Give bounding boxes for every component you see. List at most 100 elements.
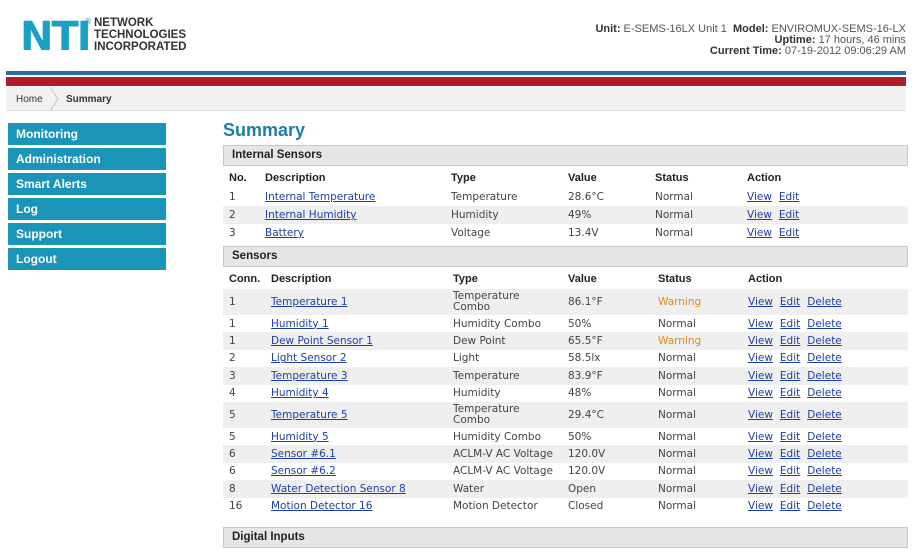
view-link[interactable]: View bbox=[748, 431, 773, 443]
current-time-value: 07-19-2012 09:06:29 AM bbox=[784, 45, 906, 57]
sensors-header: Sensors bbox=[223, 246, 908, 267]
col-header: No. bbox=[229, 172, 247, 184]
table-row: 2 Internal Humidity Humidity 49% Normal … bbox=[223, 206, 908, 224]
edit-link[interactable]: Edit bbox=[779, 227, 799, 239]
row-connector: 4 bbox=[229, 387, 236, 400]
row-connector: 3 bbox=[223, 367, 271, 385]
edit-link[interactable]: Edit bbox=[780, 370, 800, 382]
sensor-status: Normal bbox=[658, 500, 696, 513]
edit-link[interactable]: Edit bbox=[780, 483, 800, 495]
edit-link[interactable]: Edit bbox=[779, 209, 799, 221]
header: NTI ® NETWORK TECHNOLOGIES INCORPORATED … bbox=[0, 0, 912, 70]
sensor-link[interactable]: Humidity 5 bbox=[271, 431, 329, 443]
sensor-link[interactable]: Battery bbox=[265, 227, 304, 239]
sensor-link[interactable]: Temperature 3 bbox=[271, 370, 348, 382]
breadcrumb-home[interactable]: Home bbox=[16, 94, 43, 105]
sensor-link[interactable]: Temperature 1 bbox=[271, 296, 348, 308]
sensor-type: Humidity bbox=[453, 387, 501, 400]
unit-value: E-SEMS-16LX Unit 1 bbox=[623, 23, 727, 35]
sensor-link[interactable]: Humidity 1 bbox=[271, 318, 329, 330]
delete-link[interactable]: Delete bbox=[807, 431, 842, 443]
view-link[interactable]: View bbox=[748, 352, 773, 364]
nav-support[interactable]: Support bbox=[8, 223, 166, 245]
unit-label: Unit: bbox=[595, 23, 621, 35]
edit-link[interactable]: Edit bbox=[780, 318, 800, 330]
nav-monitoring[interactable]: Monitoring bbox=[8, 123, 166, 145]
delete-link[interactable]: Delete bbox=[807, 335, 842, 347]
edit-link[interactable]: Edit bbox=[780, 387, 800, 399]
sensor-link[interactable]: Humidity 4 bbox=[271, 387, 329, 399]
edit-link[interactable]: Edit bbox=[780, 500, 800, 512]
view-link[interactable]: View bbox=[748, 335, 773, 347]
row-connector: 6 bbox=[229, 465, 236, 478]
sensor-link[interactable]: Light Sensor 2 bbox=[271, 352, 347, 364]
sensor-type: Light bbox=[453, 352, 480, 365]
view-link[interactable]: View bbox=[748, 296, 773, 308]
sensor-link[interactable]: Internal Temperature bbox=[265, 191, 375, 203]
sensor-type: Motion Detector bbox=[453, 500, 538, 513]
edit-link[interactable]: Edit bbox=[779, 191, 799, 203]
delete-link[interactable]: Delete bbox=[807, 296, 842, 308]
sensor-type: Voltage bbox=[451, 227, 491, 239]
row-connector: 1 bbox=[223, 289, 271, 315]
col-header: Status bbox=[655, 172, 689, 184]
edit-link[interactable]: Edit bbox=[780, 409, 800, 421]
edit-link[interactable]: Edit bbox=[780, 431, 800, 443]
sensor-link[interactable]: Temperature 5 bbox=[271, 409, 348, 421]
sensors-table: Conn. Description Type Value Status Acti… bbox=[223, 269, 908, 515]
table-row: 2 Light Sensor 2 Light 58.5lx Normal View Edit… bbox=[223, 350, 908, 367]
delete-link[interactable]: Delete bbox=[807, 318, 842, 330]
row-connector: 8 bbox=[223, 480, 271, 498]
row-connector: 16 bbox=[229, 500, 243, 513]
sensor-link[interactable]: Sensor #6.2 bbox=[271, 465, 336, 477]
sensor-type: Temperature bbox=[451, 191, 518, 203]
breadcrumb: Home Summary bbox=[6, 87, 906, 111]
delete-link[interactable]: Delete bbox=[807, 483, 842, 495]
col-header: Type bbox=[453, 273, 478, 285]
delete-link[interactable]: Delete bbox=[807, 387, 842, 399]
view-link[interactable]: View bbox=[748, 370, 773, 382]
edit-link[interactable]: Edit bbox=[780, 448, 800, 460]
row-number: 2 bbox=[223, 206, 265, 224]
edit-link[interactable]: Edit bbox=[780, 335, 800, 347]
delete-link[interactable]: Delete bbox=[807, 465, 842, 477]
sensor-link[interactable]: Water Detection Sensor 8 bbox=[271, 483, 406, 495]
delete-link[interactable]: Delete bbox=[807, 500, 842, 512]
sensor-value: 49% bbox=[568, 206, 655, 224]
delete-link[interactable]: Delete bbox=[807, 409, 842, 421]
nav-smart-alerts[interactable]: Smart Alerts bbox=[8, 173, 166, 195]
sensor-status: Normal bbox=[658, 387, 696, 400]
sensor-type: Temperature bbox=[453, 367, 568, 385]
view-link[interactable]: View bbox=[748, 387, 773, 399]
sensor-link[interactable]: Dew Point Sensor 1 bbox=[271, 335, 373, 347]
view-link[interactable]: View bbox=[748, 448, 773, 460]
sensor-status: Normal bbox=[655, 227, 693, 239]
view-link[interactable]: View bbox=[748, 483, 773, 495]
edit-link[interactable]: Edit bbox=[780, 296, 800, 308]
view-link[interactable]: View bbox=[748, 500, 773, 512]
edit-link[interactable]: Edit bbox=[780, 352, 800, 364]
table-row: 3 Battery Voltage 13.4V Normal View Edit bbox=[223, 224, 908, 242]
sensor-link[interactable]: Sensor #6.1 bbox=[271, 448, 336, 460]
sensor-value: 65.5°F bbox=[568, 332, 658, 350]
sensor-type: Dew Point bbox=[453, 332, 568, 350]
sensor-status: Normal bbox=[658, 317, 696, 330]
delete-link[interactable]: Delete bbox=[807, 448, 842, 460]
view-link[interactable]: View bbox=[748, 409, 773, 421]
view-link[interactable]: View bbox=[748, 318, 773, 330]
sensor-link[interactable]: Internal Humidity bbox=[265, 209, 356, 221]
nav-logout[interactable]: Logout bbox=[8, 248, 166, 270]
delete-link[interactable]: Delete bbox=[807, 370, 842, 382]
sensor-value: 83.9°F bbox=[568, 367, 658, 385]
delete-link[interactable]: Delete bbox=[807, 352, 842, 364]
row-number: 1 bbox=[229, 191, 236, 203]
nav-administration[interactable]: Administration bbox=[8, 148, 166, 170]
view-link[interactable]: View bbox=[748, 465, 773, 477]
view-link[interactable]: View bbox=[747, 209, 772, 221]
nav-log[interactable]: Log bbox=[8, 198, 166, 220]
sensor-status: Normal bbox=[658, 430, 696, 443]
view-link[interactable]: View bbox=[747, 227, 772, 239]
sensor-link[interactable]: Motion Detector 16 bbox=[271, 500, 372, 512]
edit-link[interactable]: Edit bbox=[780, 465, 800, 477]
view-link[interactable]: View bbox=[747, 191, 772, 203]
